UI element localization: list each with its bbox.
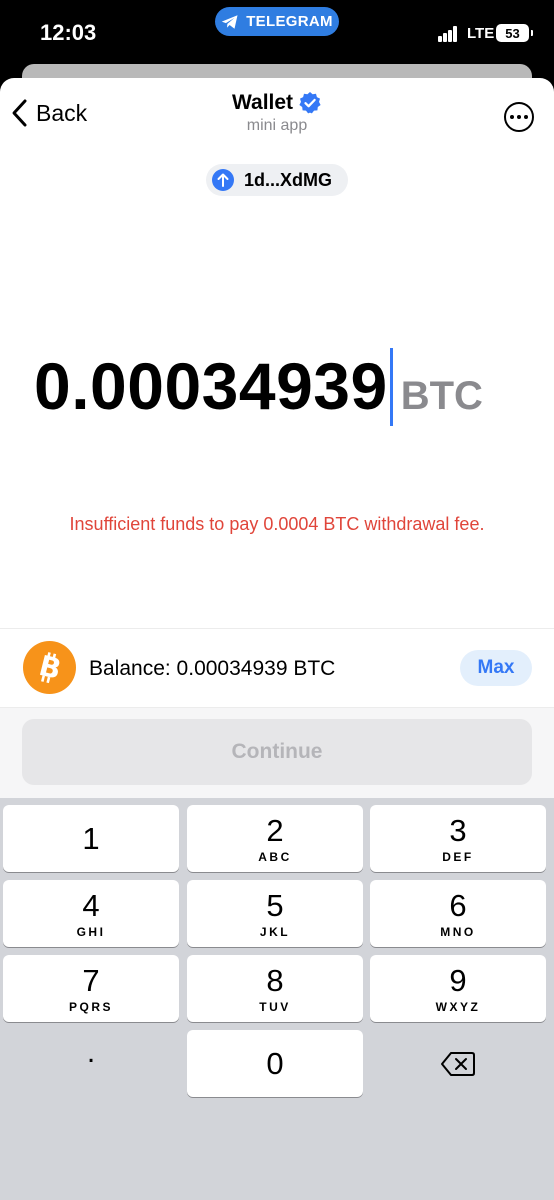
key-1[interactable]: 1 [3, 805, 179, 872]
header-title-block: Wallet mini app [0, 91, 554, 135]
telegram-icon [221, 14, 238, 29]
telegram-pill[interactable]: TELEGRAM [215, 7, 339, 36]
key-0[interactable]: 0 [187, 1030, 363, 1097]
amount-currency: BTC [400, 374, 483, 418]
key-8[interactable]: 8 TUV [187, 955, 363, 1022]
key-4[interactable]: 4 GHI [3, 880, 179, 947]
more-options-button[interactable] [504, 102, 534, 132]
bitcoin-icon: B [23, 641, 76, 694]
balance-row: B Balance: 0.00034939 BTC Max [0, 628, 554, 708]
numeric-keypad: 1 2 ABC 3 DEF 4 GHI 5 JKL 6 MNO 7 PQRS 8… [0, 798, 554, 1200]
arrow-up-icon [212, 169, 234, 191]
status-time: 12:03 [40, 20, 97, 45]
key-9[interactable]: 9 WXYZ [370, 955, 546, 1022]
max-button[interactable]: Max [460, 650, 532, 686]
error-message: Insufficient funds to pay 0.0004 BTC wit… [69, 514, 485, 534]
backspace-key[interactable] [370, 1030, 546, 1097]
key-decimal[interactable]: . [3, 1030, 179, 1097]
amount-value: 0.00034939 [34, 349, 388, 423]
text-cursor [389, 348, 393, 426]
continue-button[interactable]: Continue [22, 719, 532, 785]
key-2[interactable]: 2 ABC [187, 805, 363, 872]
wallet-sheet: Back Wallet mini app 1d...XdMG 0.0003493… [0, 78, 554, 1200]
recipient-address: 1d...XdMG [244, 169, 333, 190]
verified-badge-icon [299, 92, 321, 114]
continue-area: Continue [0, 708, 554, 798]
page-subtitle: mini app [246, 117, 308, 134]
recipient-address-chip[interactable]: 1d...XdMG [206, 164, 348, 196]
screen: 12:03 TELEGRAM LTE 53 Back Wallet mini a… [0, 0, 554, 1200]
svg-text:B: B [35, 651, 64, 685]
balance-text: Balance: 0.00034939 BTC [89, 657, 336, 680]
network-label: LTE [467, 25, 495, 42]
key-3[interactable]: 3 DEF [370, 805, 546, 872]
page-title: Wallet [231, 91, 294, 114]
key-7[interactable]: 7 PQRS [3, 955, 179, 1022]
telegram-pill-label: TELEGRAM [246, 13, 333, 30]
signal-icon [438, 26, 458, 42]
key-5[interactable]: 5 JKL [187, 880, 363, 947]
battery-icon: 53 [496, 24, 533, 42]
amount-input[interactable]: 0.00034939 BTC [34, 348, 483, 426]
backspace-icon [441, 1051, 475, 1076]
key-6[interactable]: 6 MNO [370, 880, 546, 947]
